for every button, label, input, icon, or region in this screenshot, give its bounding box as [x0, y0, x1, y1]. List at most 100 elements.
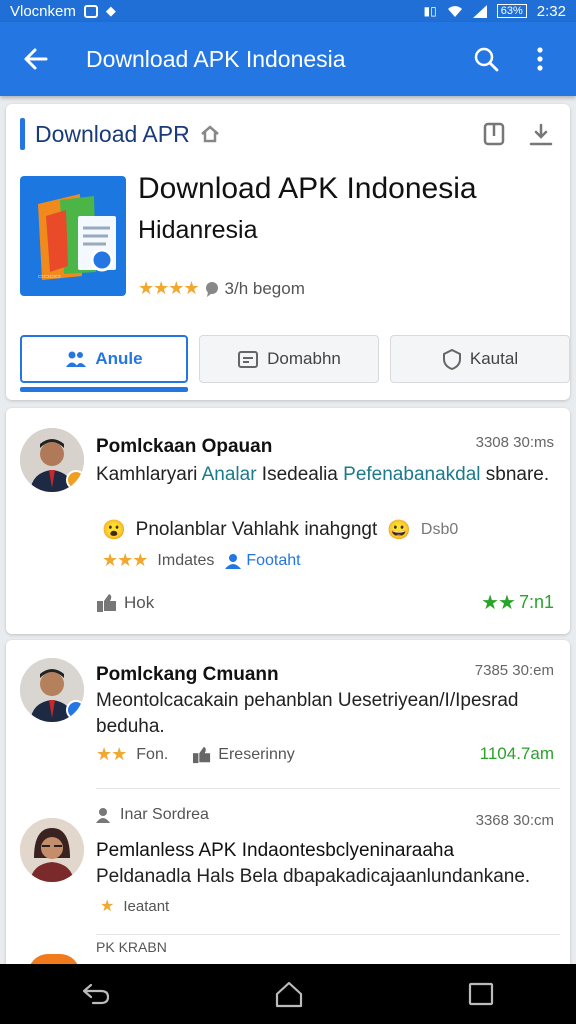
review-score: ★★ 7:n1 — [481, 590, 554, 615]
bookmark-icon[interactable] — [482, 122, 506, 148]
footaht-link-label: Footaht — [246, 551, 301, 569]
review-text-highlight[interactable]: Analar — [202, 464, 257, 485]
clock: 2:32 — [536, 2, 566, 20]
app-subtitle: Hidanresia — [138, 216, 258, 244]
recents-nav-icon[interactable] — [467, 981, 495, 1007]
kautal-button[interactable]: Kautal — [390, 335, 570, 383]
svg-text:▭▭▭▭: ▭▭▭▭ — [38, 274, 61, 280]
thumb-icon — [97, 593, 116, 612]
review-text-part: Kamhlaryari — [96, 464, 202, 485]
review-overline: Inar Sordrea — [96, 806, 209, 824]
thumb-icon — [193, 746, 211, 763]
app-rating: ★★★★ 3/h begom — [138, 278, 305, 299]
app-bar: Download APK Indonesia — [0, 22, 576, 96]
back-nav-icon[interactable] — [81, 981, 111, 1007]
review-footer: Hok ★★ 7:n1 — [96, 590, 554, 615]
shield-icon — [442, 348, 461, 370]
status-bar: Vlocnkem ◆ ▮▯ 63% 2:32 — [0, 0, 576, 22]
emoji-icon: 😮 — [102, 520, 126, 541]
review-line-2-tag: Dsb0 — [420, 521, 459, 538]
home-nav-icon[interactable] — [274, 980, 304, 1008]
active-tab-indicator — [20, 387, 188, 392]
review-card: Pomlckang Cmuann 7385 30:em Meontolcacak… — [6, 640, 570, 970]
avatar[interactable] — [20, 428, 84, 492]
app-icon: ▭▭▭▭ — [20, 176, 126, 296]
app-bar-title: Download APK Indonesia — [86, 45, 346, 72]
comment-icon — [205, 281, 218, 297]
ereserinny-link[interactable]: Ereserinny — [192, 745, 295, 764]
download-button[interactable]: Domabhn — [199, 335, 379, 383]
overflow-menu-button[interactable] — [520, 39, 560, 79]
review-text-part: Isedealia — [256, 464, 344, 485]
back-button[interactable] — [16, 39, 56, 79]
review-meta: ★★ Fon. Ereserinny — [96, 744, 295, 765]
app-info-card: Download APR ▭▭▭▭ Download APK Indonesia… — [6, 104, 570, 400]
avatar[interactable] — [20, 818, 84, 882]
footaht-link[interactable]: Footaht — [224, 551, 301, 570]
card-header: Download APR — [20, 118, 220, 150]
system-nav-bar — [0, 964, 576, 1024]
review-text: Kamhlaryari Analar Isedealia Pefenabanak… — [96, 462, 554, 488]
reviewer-name: Pomlckaan Opauan — [96, 436, 273, 457]
home-icon — [200, 125, 219, 143]
review-meta: ★ Ieatant — [100, 896, 169, 916]
wifi-icon — [447, 5, 462, 17]
emoji-icon: 😀 — [387, 520, 411, 541]
anule-button-label: Anule — [95, 349, 143, 368]
carrier-label: Vlocnkem — [10, 2, 76, 20]
rating-stars: ★★★★ — [138, 278, 200, 298]
review-meta-label: Ieatant — [123, 897, 170, 915]
review-meta-label: Imdates — [157, 551, 215, 569]
green-stars: ★★ — [481, 592, 516, 614]
calendar-icon — [238, 351, 259, 368]
anule-button[interactable]: Anule — [20, 335, 188, 383]
more-vert-icon — [537, 47, 543, 71]
divider — [96, 788, 560, 789]
review-time: 3308 30:ms — [475, 434, 554, 451]
accent-bar — [20, 118, 25, 150]
like-label: Hok — [124, 592, 155, 612]
review-stars: ★ — [100, 898, 114, 915]
group-icon — [66, 351, 87, 367]
review-text: Meontolcacakain pehanblan Uesetriyean/I/… — [96, 690, 519, 737]
review-overline-text: Inar Sordrea — [120, 806, 209, 823]
peek-label: PK KRABN — [96, 939, 167, 955]
download-icon[interactable] — [528, 122, 554, 148]
review-text-part: sbnare. — [480, 464, 550, 485]
review-line-2-text: Pnolanblar Vahlahk inahgngt — [135, 519, 378, 540]
verified-badge-icon — [66, 700, 84, 720]
avatar[interactable] — [20, 658, 84, 722]
verified-badge-icon — [66, 470, 84, 490]
review-text-highlight[interactable]: Pefenabanakdal — [343, 464, 480, 485]
review-text: Peldanadla Hals Bela dbapakadicajaanlund… — [96, 866, 531, 887]
notification-icon: ◆ — [105, 3, 116, 18]
search-button[interactable] — [466, 39, 506, 79]
review-time: 7385 30:em — [474, 662, 554, 679]
review-meta: ★★★ Imdates Footaht — [102, 550, 301, 571]
review-stars: ★★★ — [102, 550, 148, 570]
review-score-value: 7:n1 — [518, 592, 554, 612]
search-icon — [474, 47, 499, 72]
review-time: 3368 30:cm — [475, 812, 554, 829]
rating-text: 3/h begom — [224, 278, 305, 298]
review-card: Pomlckaan Opauan 3308 30:ms Kamhlaryari … — [6, 408, 570, 634]
reviewer-name: Pomlckang Cmuann — [96, 664, 279, 685]
vibrate-icon: ▮▯ — [423, 4, 437, 18]
people-icon — [225, 553, 242, 569]
app-name: Download APK Indonesia — [138, 172, 477, 205]
review-stars: ★★ — [96, 744, 127, 764]
review-line-2: 😮 Pnolanblar Vahlahk inahgngt 😀 Dsb0 — [102, 518, 458, 542]
arrow-left-icon — [24, 48, 48, 70]
camera-icon — [83, 4, 98, 18]
kautal-button-label: Kautal — [469, 349, 519, 368]
battery-label: 63% — [496, 4, 527, 18]
review-score-value: 1104.7am — [479, 744, 554, 763]
person-icon — [96, 808, 110, 823]
signal-icon — [472, 4, 487, 18]
ereserinny-label: Ereserinny — [218, 745, 295, 763]
reviewer-name: Pemlanless APK Indaontesbclyeninaraaha — [96, 840, 455, 861]
card-header-label: Download APR — [35, 120, 190, 147]
like-button[interactable]: Hok — [96, 593, 154, 613]
download-button-label: Domabhn — [267, 349, 341, 368]
review-meta-label: Fon. — [136, 745, 169, 763]
